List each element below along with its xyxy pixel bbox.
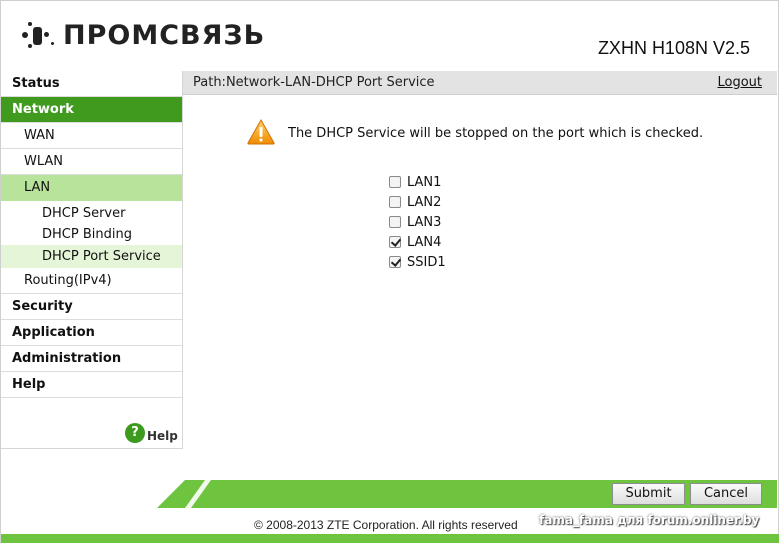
sidebar-item-security[interactable]: Security [1, 294, 182, 320]
sidebar-nav: Status Network WAN WLAN LAN DHCP Server … [1, 71, 183, 449]
sidebar-item-status[interactable]: Status [1, 71, 182, 97]
lan3-checkbox[interactable] [389, 216, 401, 228]
ssid1-label: SSID1 [407, 254, 446, 270]
port-row-lan2: LAN2 [389, 192, 446, 212]
sidebar-item-lan[interactable]: LAN [1, 175, 182, 201]
lan4-checkbox[interactable] [389, 236, 401, 248]
warning-triangle-icon [247, 119, 275, 145]
cancel-button[interactable]: Cancel [690, 483, 762, 505]
sidebar-item-dhcp-binding[interactable]: DHCP Binding [1, 224, 182, 245]
sidebar-item-network[interactable]: Network [1, 97, 182, 123]
help-icon: ? [125, 423, 145, 443]
lan1-checkbox[interactable] [389, 176, 401, 188]
warning-message: The DHCP Service will be stopped on the … [288, 126, 704, 141]
port-row-lan4: LAN4 [389, 232, 446, 252]
port-row-ssid1: SSID1 [389, 252, 446, 272]
sidebar-item-dhcp-port-service[interactable]: DHCP Port Service [1, 245, 182, 268]
help-label: Help [147, 429, 178, 443]
sidebar-item-dhcp-server[interactable]: DHCP Server [1, 203, 182, 224]
device-model: ZXHN H108N V2.5 [597, 38, 750, 58]
forum-watermark: fama_fama для forum.onliner.by [539, 513, 760, 527]
copyright-text: © 2008-2013 ZTE Corporation. All rights … [254, 518, 518, 532]
lan2-checkbox[interactable] [389, 196, 401, 208]
brand-logo: ПРОМСВЯЗЬ [19, 17, 265, 53]
logo-text: ПРОМСВЯЗЬ [63, 19, 266, 51]
port-row-lan3: LAN3 [389, 212, 446, 232]
sidebar-item-administration[interactable]: Administration [1, 346, 182, 372]
ssid1-checkbox[interactable] [389, 256, 401, 268]
port-row-lan1: LAN1 [389, 172, 446, 192]
breadcrumb-path: Path:Network-LAN-DHCP Port Service [193, 75, 435, 90]
logo-dots-icon [19, 18, 59, 52]
lan3-label: LAN3 [407, 214, 442, 230]
sidebar-item-wan[interactable]: WAN [1, 123, 182, 149]
lan4-label: LAN4 [407, 234, 442, 250]
router-page: ПРОМСВЯЗЬ ZXHN H108N V2.5 Status Network… [0, 0, 779, 543]
help-link[interactable]: ? Help [125, 423, 178, 443]
sidebar-item-application[interactable]: Application [1, 320, 182, 346]
breadcrumb: Path:Network-LAN-DHCP Port Service Logou… [183, 71, 777, 95]
lan1-label: LAN1 [407, 174, 442, 190]
lan2-label: LAN2 [407, 194, 442, 210]
sidebar-item-wlan[interactable]: WLAN [1, 149, 182, 175]
sidebar-item-help[interactable]: Help [1, 372, 182, 398]
logout-link[interactable]: Logout [717, 71, 762, 95]
bottom-strip [1, 534, 779, 543]
port-checkbox-list: LAN1 LAN2 LAN3 LAN4 SSID1 [389, 172, 446, 272]
sidebar-item-routing[interactable]: Routing(IPv4) [1, 268, 182, 294]
submit-button[interactable]: Submit [612, 483, 685, 505]
